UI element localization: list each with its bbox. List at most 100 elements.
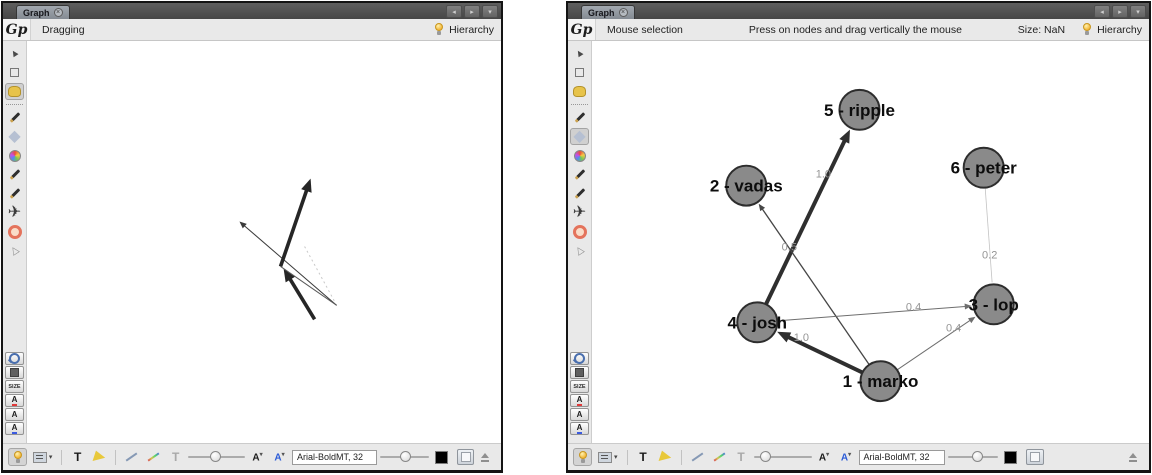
show-node-labels-button[interactable]: T (634, 448, 653, 466)
edit-cursor-tool[interactable]: △ (570, 242, 589, 259)
hierarchy-label: Hierarchy (1097, 24, 1142, 36)
edge-weight-button[interactable] (122, 448, 141, 466)
edge-display-dropdown[interactable]: ▾ (30, 448, 55, 466)
edge-font-color-button[interactable]: A▾ (837, 448, 856, 466)
rectangle-selection-tool[interactable] (5, 64, 24, 81)
node-label-marko: 1 - marko (843, 372, 919, 391)
scroll-left-icon[interactable]: ◂ (1094, 5, 1110, 18)
zoom-loupe-button[interactable] (570, 352, 589, 365)
pencil-2-tool[interactable] (570, 166, 589, 183)
node-font-color-button[interactable]: A▾ (815, 448, 834, 466)
label-size-slider-knob[interactable] (400, 451, 411, 462)
size-label-button[interactable]: SIZE (5, 380, 24, 393)
label-size-slider[interactable] (948, 450, 998, 464)
scroll-left-icon[interactable]: ◂ (446, 5, 462, 18)
edge-color-button[interactable] (710, 448, 729, 466)
graph-edge-josh-ripple (757, 138, 846, 322)
edge-labels-icon: T (172, 450, 179, 464)
shortest-path-plane-tool[interactable]: ✈ (5, 204, 24, 221)
edge-color-button[interactable] (144, 448, 163, 466)
background-color-button[interactable] (1001, 448, 1020, 466)
node-pencil-icon (574, 112, 585, 123)
label-brush-button[interactable] (656, 448, 675, 466)
screenshot-button[interactable] (454, 448, 478, 466)
label-color-a-blue-button[interactable]: A (5, 422, 24, 435)
screenshot-button[interactable] (1023, 448, 1047, 466)
scroll-right-icon[interactable]: ▸ (1112, 5, 1128, 18)
select-arrow-tool[interactable]: ▲ (570, 45, 589, 62)
label-size-slider-knob[interactable] (972, 451, 983, 462)
tab-close-icon[interactable]: × (619, 8, 628, 17)
scroll-right-icon[interactable]: ▸ (464, 5, 480, 18)
node-pencil-tool[interactable] (5, 109, 24, 126)
font-selector-field[interactable]: Arial-BoldMT, 32 (859, 450, 945, 465)
show-node-labels-button[interactable]: T (68, 448, 87, 466)
background-square-button[interactable] (570, 366, 589, 379)
label-color-a-blue-button[interactable]: A (570, 422, 589, 435)
label-brush-button[interactable] (90, 448, 109, 466)
label-color-a-blue-icon: A (12, 424, 18, 434)
edge-pencil-tool[interactable] (570, 185, 589, 202)
show-edge-labels-button[interactable]: T (732, 448, 751, 466)
edge-scale-slider[interactable] (188, 450, 245, 464)
edge-weight-label: 1.0 (816, 169, 831, 181)
sizer-diamond-tool[interactable]: ◆ (5, 128, 24, 145)
color-brush-tool[interactable] (570, 147, 589, 164)
heatmap-target-tool[interactable] (5, 223, 24, 240)
tab-title: Graph (588, 8, 615, 18)
heatmap-target-tool[interactable] (570, 223, 589, 240)
tool-column: ▲◆✈△SIZEAAA (568, 41, 592, 443)
rectangle-selection-tool[interactable] (570, 64, 589, 81)
shortest-path-plane-tool[interactable]: ✈ (570, 204, 589, 221)
drag-hand-tool[interactable] (570, 83, 589, 100)
background-light-toggle[interactable] (8, 448, 27, 466)
graph-canvas-right[interactable]: 1.00.51.00.40.40.21 - marko2 - vadas3 - … (592, 41, 1149, 443)
show-edge-labels-button[interactable]: T (166, 448, 185, 466)
tab-graph[interactable]: Graph × (16, 5, 70, 19)
label-size-slider[interactable] (380, 450, 429, 464)
shortest-path-plane-icon: ✈ (8, 205, 21, 221)
pencil-2-tool[interactable] (5, 166, 24, 183)
tab-list-icon[interactable]: ▾ (1130, 5, 1146, 18)
hierarchy-control[interactable]: Size: NaN Hierarchy (1018, 23, 1149, 36)
select-arrow-tool[interactable]: ▲ (5, 45, 24, 62)
node-pencil-tool[interactable] (570, 109, 589, 126)
graph-canvas-left[interactable] (27, 41, 501, 443)
edit-cursor-tool[interactable]: △ (5, 242, 24, 259)
color-brush-tool[interactable] (5, 147, 24, 164)
collapse-eject-icon[interactable] (1128, 453, 1138, 462)
tab-close-icon[interactable]: × (54, 8, 63, 17)
edge-display-dropdown[interactable]: ▾ (595, 448, 621, 466)
collapse-eject-icon[interactable] (480, 453, 490, 462)
bulb-icon (13, 451, 23, 464)
edge-font-color-button[interactable]: A▾ (270, 448, 289, 466)
background-light-toggle[interactable] (573, 448, 592, 466)
edit-cursor-icon: △ (9, 244, 21, 257)
font-selector-field[interactable]: Arial-BoldMT, 32 (292, 450, 377, 465)
tab-list-icon[interactable]: ▾ (482, 5, 498, 18)
edge-scale-slider[interactable] (754, 450, 812, 464)
edge-scale-slider-knob[interactable] (760, 451, 771, 462)
drag-hand-tool[interactable] (5, 83, 24, 100)
label-color-a-red-button[interactable]: A (5, 394, 24, 407)
background-color-button[interactable] (432, 448, 451, 466)
graph-edge-josh-lop (757, 306, 967, 322)
hierarchy-control[interactable]: Hierarchy (434, 23, 501, 36)
label-color-a-red-button[interactable]: A (570, 394, 589, 407)
zoom-loupe-button[interactable] (5, 352, 24, 365)
edge-weight-label: 1.0 (794, 332, 809, 344)
label-color-a-plain-button[interactable]: A (5, 408, 24, 421)
hierarchy-label: Hierarchy (449, 24, 494, 36)
label-color-a-plain-button[interactable]: A (570, 408, 589, 421)
drag-edge-arrowhead (301, 179, 311, 193)
tab-title: Graph (23, 8, 50, 18)
sizer-diamond-tool[interactable]: ◆ (570, 128, 589, 145)
background-square-button[interactable] (5, 366, 24, 379)
edge-scale-slider-knob[interactable] (210, 451, 221, 462)
edge-pencil-tool[interactable] (5, 185, 24, 202)
edge-weight-button[interactable] (688, 448, 707, 466)
tab-graph[interactable]: Graph × (581, 5, 635, 19)
size-label-button[interactable]: SIZE (570, 380, 589, 393)
sizer-diamond-icon: ◆ (573, 129, 585, 145)
node-font-color-button[interactable]: A▾ (248, 448, 267, 466)
